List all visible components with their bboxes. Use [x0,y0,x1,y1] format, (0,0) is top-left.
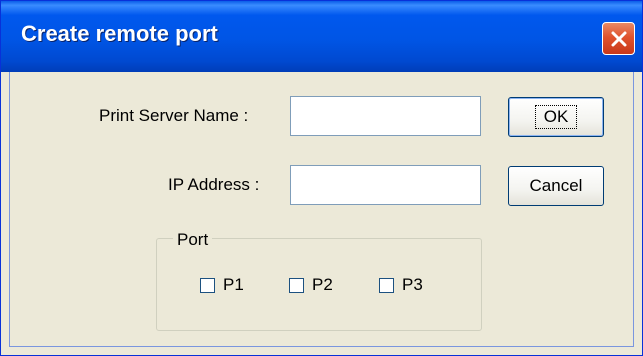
ip-address-label: IP Address : [168,175,260,194]
checkbox-p1-box[interactable] [200,277,215,293]
ok-button[interactable]: OK [508,97,604,137]
checkbox-p3[interactable]: P3 [379,275,423,295]
cancel-button-label: Cancel [529,176,583,195]
close-icon [611,31,626,46]
close-button[interactable] [602,22,635,55]
checkbox-p3-box[interactable] [379,277,394,293]
port-group-legend: Port [173,230,213,250]
checkbox-p2-label: P2 [312,275,333,294]
checkbox-p1[interactable]: P1 [200,275,244,295]
cancel-button[interactable]: Cancel [508,166,604,206]
print-server-name-input[interactable] [290,96,481,136]
window-title: Create remote port [21,21,218,46]
ip-address-input[interactable] [290,165,481,205]
checkbox-p3-label: P3 [402,275,423,294]
ok-button-label: OK [534,105,578,129]
checkbox-p2[interactable]: P2 [289,275,333,295]
print-server-name-label: Print Server Name : [99,106,249,125]
dialog-window: Create remote port Print Server Name : I… [0,0,643,356]
checkbox-p2-box[interactable] [289,277,304,293]
title-bar[interactable]: Create remote port [1,1,642,72]
checkbox-p1-label: P1 [223,275,244,294]
